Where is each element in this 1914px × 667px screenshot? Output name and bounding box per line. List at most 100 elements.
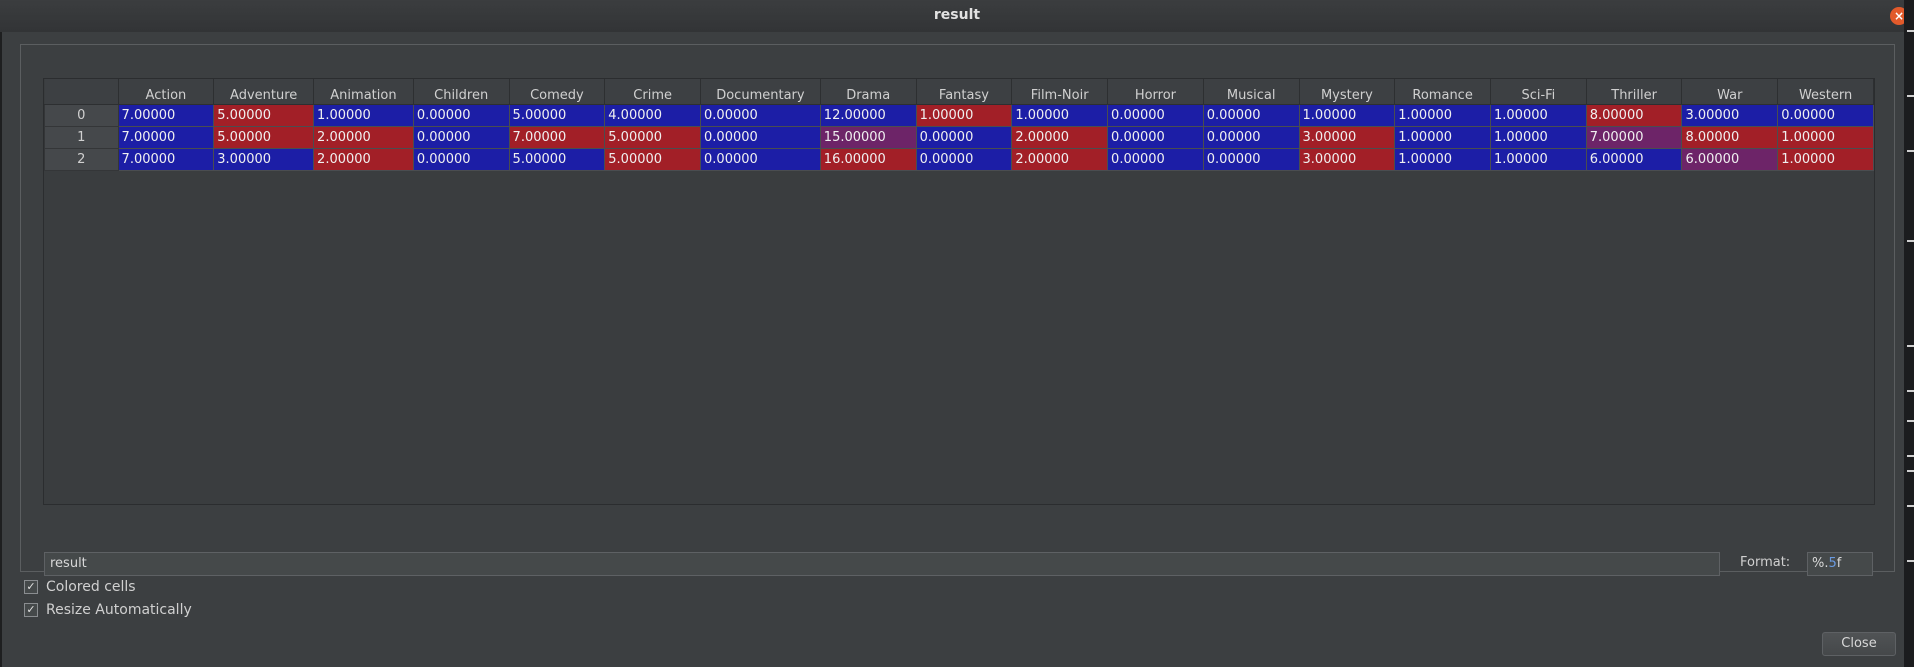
table-cell[interactable]: 8.00000 <box>1585 104 1683 127</box>
column-header[interactable]: Drama <box>820 79 917 105</box>
table-cell[interactable]: 1.00000 <box>313 104 414 127</box>
column-header[interactable]: Crime <box>604 79 702 105</box>
table-cell[interactable]: 5.00000 <box>604 126 702 149</box>
table-row: 0 7.00000 5.00000 1.00000 0.00000 5.00000 4.00… <box>44 104 1874 127</box>
table-cell[interactable]: 1.00000 <box>1394 148 1491 171</box>
column-header[interactable]: Romance <box>1394 79 1491 105</box>
table-cell[interactable]: 12.00000 <box>819 104 917 127</box>
table-cell[interactable]: 0.00000 <box>412 104 510 127</box>
table-cell[interactable]: 3.00000 <box>213 148 315 171</box>
table-cell[interactable]: 0.00000 <box>412 126 510 149</box>
table-cell[interactable]: 5.00000 <box>213 126 315 149</box>
format-label: Format: <box>1740 555 1791 570</box>
table-cell[interactable]: 0.00000 <box>1107 148 1204 171</box>
window-title: result <box>933 7 981 23</box>
column-header[interactable]: Documentary <box>700 79 821 105</box>
table-cell[interactable]: 0.00000 <box>700 126 821 149</box>
table-body: 0 7.00000 5.00000 1.00000 0.00000 5.00000 4.00… <box>44 104 1874 171</box>
column-header[interactable]: Action <box>118 79 215 105</box>
colored-cells-check-icon[interactable]: ✓ <box>24 580 38 594</box>
background-strip <box>1904 0 1914 667</box>
column-header[interactable]: Adventure <box>213 79 315 105</box>
column-header[interactable]: Western <box>1777 79 1874 105</box>
column-header[interactable]: Musical <box>1203 79 1300 105</box>
table-cell[interactable]: 2.00000 <box>1011 148 1109 171</box>
table-cell[interactable]: 1.00000 <box>1777 126 1874 149</box>
column-header[interactable]: Fantasy <box>916 79 1013 105</box>
table-cell[interactable]: 5.00000 <box>604 148 702 171</box>
table-row: 2 7.00000 3.00000 2.00000 0.00000 5.00000 5.00… <box>44 148 1874 171</box>
table-cell[interactable]: 0.00000 <box>1107 126 1204 149</box>
column-header[interactable]: Children <box>413 79 510 105</box>
table-cell[interactable]: 0.00000 <box>412 148 510 171</box>
table-cell[interactable]: 1.00000 <box>1298 104 1396 127</box>
column-header[interactable]: Mystery <box>1299 79 1396 105</box>
variable-name-field[interactable]: result <box>44 552 1720 576</box>
format-field[interactable]: %.5f <box>1807 552 1873 576</box>
resize-automatically-label: Resize Automatically <box>46 602 192 618</box>
table-cell[interactable]: 5.00000 <box>213 104 315 127</box>
table-cell[interactable]: 7.00000 <box>117 148 215 171</box>
colored-cells-checkbox[interactable]: ✓ Colored cells <box>24 579 136 595</box>
table-cell[interactable]: 5.00000 <box>508 104 606 127</box>
table-cell[interactable]: 0.00000 <box>1202 104 1300 127</box>
table-cell[interactable]: 1.00000 <box>1490 126 1587 149</box>
column-header[interactable]: Thriller <box>1586 79 1683 105</box>
table-cell[interactable]: 2.00000 <box>1011 126 1109 149</box>
colored-cells-label: Colored cells <box>46 579 136 595</box>
table-cell[interactable]: 5.00000 <box>508 148 606 171</box>
format-suffix: f <box>1836 556 1842 571</box>
table-cell[interactable]: 7.00000 <box>1585 126 1683 149</box>
table-cell[interactable]: 2.00000 <box>313 126 414 149</box>
table-cell[interactable]: 0.00000 <box>1107 104 1204 127</box>
table-cell[interactable]: 1.00000 <box>1490 148 1587 171</box>
table-cell[interactable]: 0.00000 <box>700 148 821 171</box>
data-table: Action Adventure Animation Children Comedy Cr… <box>44 79 1874 171</box>
format-prefix: %. <box>1812 556 1829 571</box>
table-cell[interactable]: 7.00000 <box>117 126 215 149</box>
table-cell[interactable]: 1.00000 <box>1011 104 1109 127</box>
dialog-body: Action Adventure Animation Children Comedy Cr… <box>2 32 1904 667</box>
row-index-header[interactable]: 0 <box>44 104 119 127</box>
table-cell[interactable]: 0.00000 <box>1202 148 1300 171</box>
content-frame: Action Adventure Animation Children Comedy Cr… <box>20 44 1895 572</box>
table-cell[interactable]: 6.00000 <box>1681 148 1779 171</box>
data-table-view[interactable]: Action Adventure Animation Children Comedy Cr… <box>43 78 1875 505</box>
column-header[interactable]: Sci-Fi <box>1490 79 1587 105</box>
column-header[interactable]: Comedy <box>509 79 606 105</box>
table-cell[interactable]: 3.00000 <box>1681 104 1779 127</box>
table-cell[interactable]: 1.00000 <box>1394 126 1491 149</box>
table-cell[interactable]: 1.00000 <box>915 104 1013 127</box>
table-cell[interactable]: 1.00000 <box>1490 104 1587 127</box>
table-cell[interactable]: 7.00000 <box>117 104 215 127</box>
table-cell[interactable]: 0.00000 <box>915 126 1013 149</box>
corner-header <box>44 79 119 105</box>
column-header[interactable]: Film-Noir <box>1011 79 1109 105</box>
table-cell[interactable]: 4.00000 <box>604 104 702 127</box>
table-cell[interactable]: 3.00000 <box>1298 148 1396 171</box>
column-header[interactable]: Horror <box>1107 79 1204 105</box>
table-cell[interactable]: 0.00000 <box>1202 126 1300 149</box>
table-cell[interactable]: 1.00000 <box>1777 148 1874 171</box>
table-cell[interactable]: 3.00000 <box>1298 126 1396 149</box>
table-cell[interactable]: 1.00000 <box>1394 104 1491 127</box>
resize-check-icon[interactable]: ✓ <box>24 603 38 617</box>
table-row: 1 7.00000 5.00000 2.00000 0.00000 7.00000 5.00… <box>44 126 1874 149</box>
close-button[interactable]: Close <box>1822 632 1896 656</box>
table-cell[interactable]: 6.00000 <box>1585 148 1683 171</box>
row-index-header[interactable]: 2 <box>44 148 119 171</box>
column-header[interactable]: Animation <box>313 79 414 105</box>
table-cell[interactable]: 16.00000 <box>819 148 917 171</box>
resize-automatically-checkbox[interactable]: ✓ Resize Automatically <box>24 602 192 618</box>
table-cell[interactable]: 7.00000 <box>508 126 606 149</box>
table-cell[interactable]: 8.00000 <box>1681 126 1779 149</box>
table-cell[interactable]: 0.00000 <box>915 148 1013 171</box>
row-index-header[interactable]: 1 <box>44 126 119 149</box>
table-cell[interactable]: 15.00000 <box>819 126 917 149</box>
header-row: Action Adventure Animation Children Comedy Cr… <box>44 79 1874 105</box>
format-precision: 5 <box>1828 556 1837 571</box>
table-cell[interactable]: 0.00000 <box>1777 104 1874 127</box>
table-cell[interactable]: 2.00000 <box>313 148 414 171</box>
table-cell[interactable]: 0.00000 <box>700 104 821 127</box>
column-header[interactable]: War <box>1681 79 1779 105</box>
